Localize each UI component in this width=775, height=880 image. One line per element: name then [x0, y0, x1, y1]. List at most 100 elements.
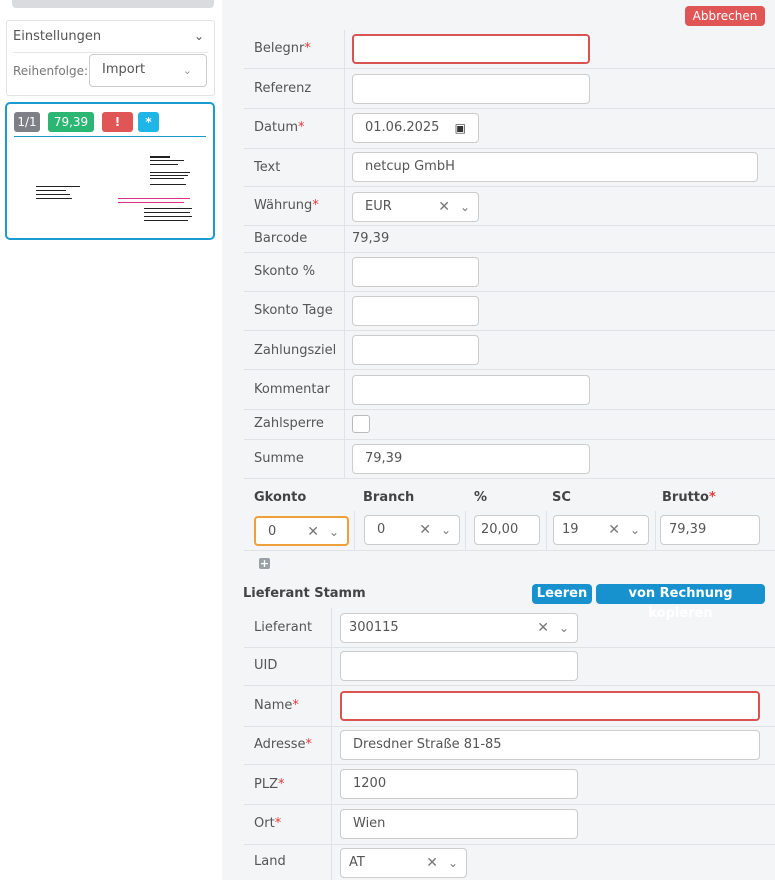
row-zahlsperre: Zahlsperre: [244, 410, 775, 440]
supplier-section-title: Lieferant Stamm: [243, 586, 366, 601]
line-item-row: 0 ✕ ⌄ 0 ✕ ⌄ 20,00 19 ✕ ⌄ 79,39: [244, 511, 775, 551]
row-text: Text netcup GmbH: [244, 149, 775, 187]
row-adresse: Adresse* Dresdner Straße 81-85: [244, 727, 775, 765]
chevron-down-icon[interactable]: ⌄: [441, 516, 451, 544]
adresse-input[interactable]: Dresdner Straße 81-85: [340, 730, 760, 760]
document-card[interactable]: 1/1 79,39 ! *: [5, 102, 215, 240]
gkonto-value: 0: [268, 524, 277, 539]
text-label: Text: [254, 160, 281, 175]
chevron-down-icon[interactable]: ⌄: [559, 614, 569, 642]
row-zahlungsziel: Zahlungsziel: [244, 331, 775, 370]
waehrung-select[interactable]: EUR ✕ ⌄: [352, 192, 479, 222]
skonto-pct-label: Skonto %: [254, 264, 316, 279]
skonto-tage-label: Skonto Tage: [254, 303, 333, 318]
uid-input[interactable]: [340, 651, 578, 681]
col-pct: %: [474, 490, 488, 505]
col-sc: SC: [552, 490, 571, 505]
chevron-down-icon[interactable]: ⌄: [194, 29, 204, 43]
clear-button[interactable]: Leeren: [532, 584, 592, 604]
lieferant-label: Lieferant: [254, 620, 313, 635]
chevron-down-icon[interactable]: ⌄: [329, 518, 339, 546]
order-select-value: Import: [102, 62, 146, 77]
chevron-down-icon: ⌄: [182, 64, 192, 77]
sidebar-top-button[interactable]: [12, 0, 214, 8]
kommentar-input[interactable]: [352, 375, 590, 405]
sc-select[interactable]: 19 ✕ ⌄: [553, 515, 649, 545]
pct-input[interactable]: 20,00: [474, 515, 540, 545]
land-value: AT: [349, 855, 365, 870]
kommentar-label: Kommentar: [254, 382, 330, 397]
plz-input[interactable]: 1200: [340, 769, 578, 799]
name-label: Name: [254, 698, 293, 713]
col-gkonto: Gkonto: [254, 490, 307, 505]
waehrung-value: EUR: [365, 199, 392, 214]
cancel-button[interactable]: Abbrechen: [685, 6, 765, 26]
zahlsperre-label: Zahlsperre: [254, 416, 324, 431]
adresse-label: Adresse: [254, 737, 306, 752]
brutto-input[interactable]: 79,39: [660, 515, 760, 545]
amount-badge: 79,39: [48, 112, 94, 132]
row-plz: PLZ* 1200: [244, 765, 775, 805]
chevron-down-icon[interactable]: ⌄: [448, 849, 458, 877]
row-datum: Datum* 01.06.2025 ▣: [244, 109, 775, 149]
clear-icon[interactable]: ✕: [419, 516, 431, 544]
sidebar: Einstellungen ⌄ Reihenfolge: Import ⌄ 1/…: [0, 0, 222, 880]
copy-from-invoice-button[interactable]: von Rechnung kopieren: [596, 584, 765, 621]
settings-panel: Einstellungen ⌄ Reihenfolge: Import ⌄: [6, 20, 215, 96]
col-brutto: Brutto: [662, 490, 709, 505]
row-summe: Summe 79,39: [244, 440, 775, 479]
clear-icon[interactable]: ✕: [608, 516, 620, 544]
row-land: Land AT ✕ ⌄: [244, 845, 775, 880]
land-select[interactable]: AT ✕ ⌄: [340, 848, 467, 878]
order-select[interactable]: Import ⌄: [89, 54, 207, 87]
belegnr-label: Belegnr: [254, 41, 305, 56]
row-uid: UID: [244, 648, 775, 686]
land-label: Land: [254, 854, 286, 869]
skonto-pct-input[interactable]: [352, 257, 479, 287]
text-input[interactable]: netcup GmbH: [352, 152, 758, 182]
clear-icon[interactable]: ✕: [438, 193, 450, 221]
row-kommentar: Kommentar: [244, 370, 775, 410]
settings-title[interactable]: Einstellungen: [13, 29, 101, 44]
skonto-tage-input[interactable]: [352, 296, 479, 326]
datum-input[interactable]: 01.06.2025 ▣: [352, 113, 479, 143]
row-barcode: Barcode 79,39: [244, 226, 775, 253]
plz-label: PLZ: [254, 777, 278, 792]
chevron-down-icon[interactable]: ⌄: [630, 516, 640, 544]
add-line-icon[interactable]: +: [259, 558, 270, 569]
name-input[interactable]: [340, 691, 760, 721]
row-skonto-tage: Skonto Tage: [244, 292, 775, 331]
row-belegnr: Belegnr*: [244, 30, 775, 69]
ort-label: Ort: [254, 816, 275, 831]
warning-icon[interactable]: !: [102, 112, 133, 132]
page-badge: 1/1: [14, 112, 40, 132]
uid-label: UID: [254, 658, 278, 673]
row-ort: Ort* Wien: [244, 805, 775, 845]
zahlungsziel-input[interactable]: [352, 335, 479, 365]
divider: [14, 136, 206, 137]
referenz-label: Referenz: [254, 81, 312, 96]
summe-input[interactable]: 79,39: [352, 444, 590, 474]
row-lieferant: Lieferant 300115 ✕ ⌄: [244, 608, 775, 648]
form-area: Abbrechen Belegnr* Referenz Datum* 01.06…: [222, 0, 775, 880]
chevron-down-icon[interactable]: ⌄: [460, 193, 470, 221]
row-skonto-pct: Skonto %: [244, 253, 775, 292]
lieferant-select[interactable]: 300115 ✕ ⌄: [340, 613, 578, 643]
clear-icon[interactable]: ✕: [537, 614, 549, 642]
zahlsperre-checkbox[interactable]: [352, 415, 370, 433]
barcode-value: 79,39: [352, 231, 390, 246]
referenz-input[interactable]: [352, 74, 590, 104]
document-thumbnail[interactable]: [14, 140, 206, 232]
asterisk-icon[interactable]: *: [138, 112, 159, 132]
clear-icon[interactable]: ✕: [426, 849, 438, 877]
lieferant-value: 300115: [349, 620, 399, 635]
calendar-icon[interactable]: ▣: [455, 114, 466, 142]
row-name: Name*: [244, 686, 775, 727]
ort-input[interactable]: Wien: [340, 809, 578, 839]
sc-value: 19: [562, 522, 579, 537]
clear-icon[interactable]: ✕: [307, 518, 319, 546]
branch-select[interactable]: 0 ✕ ⌄: [364, 515, 460, 545]
gkonto-select[interactable]: 0 ✕ ⌄: [254, 516, 349, 546]
belegnr-input[interactable]: [352, 34, 590, 64]
col-branch: Branch: [363, 490, 415, 505]
